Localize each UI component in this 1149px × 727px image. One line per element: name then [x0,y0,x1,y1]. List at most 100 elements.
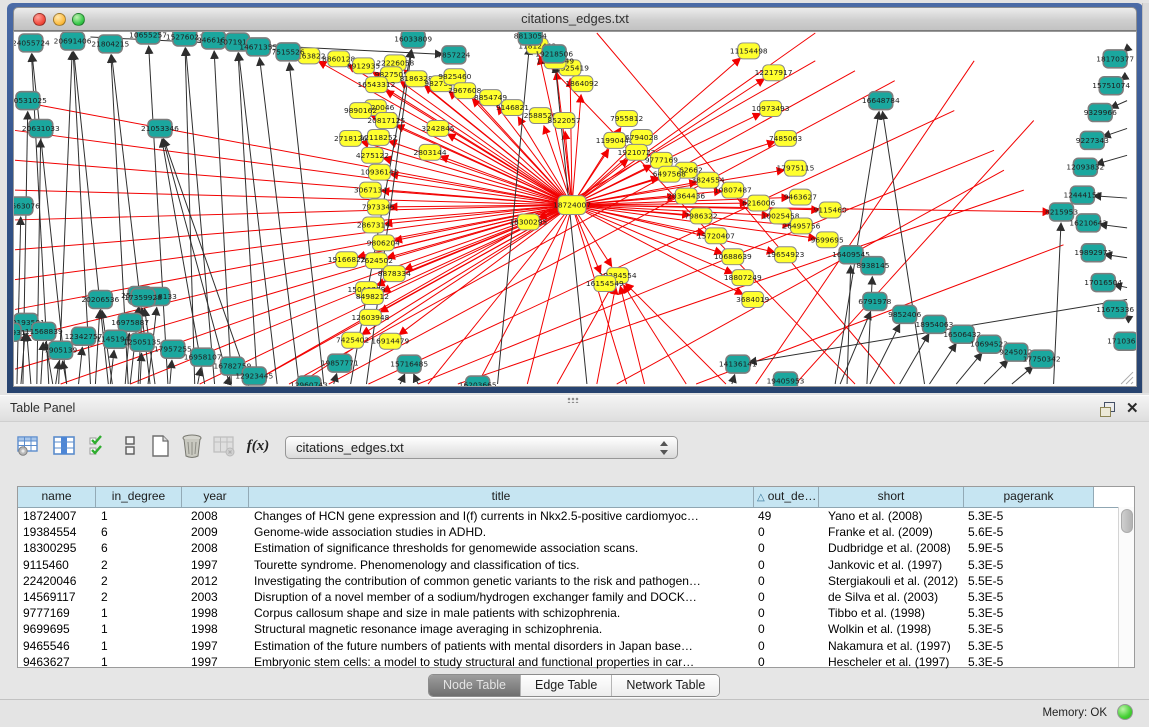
graph-node-label: 9227343 [1076,136,1109,145]
graph-node-label: 7973345 [362,202,395,211]
table-row[interactable]: 1456911722003Disruption of a novel membe… [18,589,1134,605]
graph-node-label: 19654923 [767,250,805,259]
graph-edge[interactable] [572,205,627,384]
table-row[interactable]: 911546021997Tourette syndrome. Phenomeno… [18,557,1134,573]
table-row[interactable]: 946362711997Embryonic stem cells: a mode… [18,654,1134,670]
table-cell: 2008 [182,508,249,524]
column-selection-icon[interactable] [50,431,78,461]
column-header-in_degree[interactable]: in_degree [96,487,182,507]
side-divider [1142,3,1149,393]
graph-edge[interactable] [956,353,982,384]
graph-edge[interactable] [41,342,43,384]
graph-edge[interactable] [15,205,572,280]
graph-edge[interactable] [17,217,21,384]
graph-edge[interactable] [23,112,28,384]
tab-network-table[interactable]: Network Table [611,675,719,696]
table-row[interactable]: 2242004622012Investigating the contribut… [18,573,1134,589]
graph-node-label: 19218506 [535,49,573,58]
graph-edge[interactable] [15,190,572,205]
delete-column-icon[interactable] [210,431,238,461]
float-panel-icon[interactable] [1100,402,1116,416]
graph-edge[interactable] [984,360,1008,384]
graph-edge[interactable] [929,343,956,384]
column-header-short[interactable]: short [819,487,964,507]
table-cell: 9699695 [18,621,96,637]
table-cell: 22420046 [18,573,96,589]
table-cell: 1 [96,654,182,670]
memory-status-label: Memory: OK [1042,707,1107,719]
graph-node-label: 19405953 [767,377,805,386]
row-height-icon[interactable] [116,431,144,461]
delete-table-icon[interactable] [178,431,206,461]
graph-edge[interactable] [557,285,612,384]
graph-edge[interactable] [289,63,324,384]
graph-edge[interactable] [238,53,257,384]
graph-edge[interactable] [95,310,99,384]
resize-grip[interactable] [1121,372,1133,384]
tab-node-table[interactable]: Node Table [429,675,520,696]
graph-edge[interactable] [556,72,572,205]
table-scrollbar[interactable] [1118,507,1134,667]
table-cell: 6 [96,540,182,556]
table-row[interactable]: 1830029562008Estimation of significance … [18,540,1134,556]
graph-edge[interactable] [527,205,572,384]
graph-edge[interactable] [239,53,277,384]
network-graph[interactable]: 1872400771638228860128891293522226058982… [14,32,1136,386]
graph-edge[interactable] [15,205,572,220]
graph-edge[interactable] [1110,101,1127,108]
graph-edge[interactable] [900,334,929,384]
table-row[interactable]: 1938455462009Genome-wide association stu… [18,524,1134,540]
table-settings-icon[interactable] [14,431,42,461]
graph-edge[interactable] [1012,366,1033,384]
table-row[interactable]: 977716911998Corpus callosum shape and si… [18,605,1134,621]
graph-node-label: 11568839 [25,327,63,336]
column-header-year[interactable]: year [182,487,249,507]
graph-node-label: 7485063 [769,134,802,143]
table-source-select[interactable]: citations_edges.txt [285,436,678,459]
graph-edge[interactable] [27,333,31,384]
table-cell: Changes of HCN gene expression and I(f) … [249,508,754,524]
table-header-row: namein_degreeyeartitle△out_de…shortpager… [18,487,1134,508]
column-header-pagerank[interactable]: pagerank [964,487,1094,507]
select-rows-icon[interactable] [85,431,113,461]
graph-edge[interactable] [400,374,404,384]
splitter-handle[interactable] [567,397,579,403]
column-header-title[interactable]: title [249,487,754,507]
close-panel-icon[interactable]: ✕ [1126,399,1139,417]
graph-edge[interactable] [170,360,172,384]
graph-edge[interactable] [572,95,581,205]
scrollbar-thumb[interactable] [1121,509,1133,533]
column-header-out_de[interactable]: △out_de… [754,487,819,507]
graph-edge[interactable] [15,205,572,339]
graph-node-label: 9115460 [814,205,847,214]
graph-node-label: 12444151 [1063,191,1101,200]
graph-node-label: 17103645 [1107,337,1136,346]
graph-edge[interactable] [198,368,201,384]
function-builder-icon[interactable]: f(x) [244,431,272,461]
graph-edge[interactable] [414,374,418,384]
graph-edge[interactable] [847,266,851,384]
new-table-icon[interactable] [146,431,174,461]
graph-node-label: 17359928 [124,293,162,302]
graph-edge[interactable] [79,347,83,384]
graph-node-label: 16958107 [184,353,222,362]
table-tabs: Node TableEdge TableNetwork Table [428,674,720,697]
graph-node-label: 8498212 [356,292,389,301]
graph-edge[interactable] [110,350,114,384]
graph-edge[interactable] [260,58,299,384]
graph-edge[interactable] [870,324,900,384]
table-cell: Wolkin et al. (1998) [819,621,964,637]
graph-edge[interactable] [214,51,231,384]
network-window-titlebar[interactable]: citations_edges.txt [13,7,1137,31]
table-cell: Jankovic et al. (1997) [819,557,964,573]
tab-edge-table[interactable]: Edge Table [520,675,611,696]
table-row[interactable]: 946554611997Estimation of the future num… [18,638,1134,654]
graph-edge[interactable] [732,375,735,384]
graph-node-label: 24055724 [14,38,50,47]
table-row[interactable]: 1872400712008Changes of HCN gene express… [18,508,1134,524]
column-header-name[interactable]: name [18,487,96,507]
table-row[interactable]: 969969511998Structural magnetic resonanc… [18,621,1134,637]
network-canvas[interactable]: 1872400771638228860128891293522226058982… [13,31,1137,387]
network-window: citations_edges.txt 18724007716382288601… [7,3,1143,393]
graph-edge[interactable] [334,374,337,384]
